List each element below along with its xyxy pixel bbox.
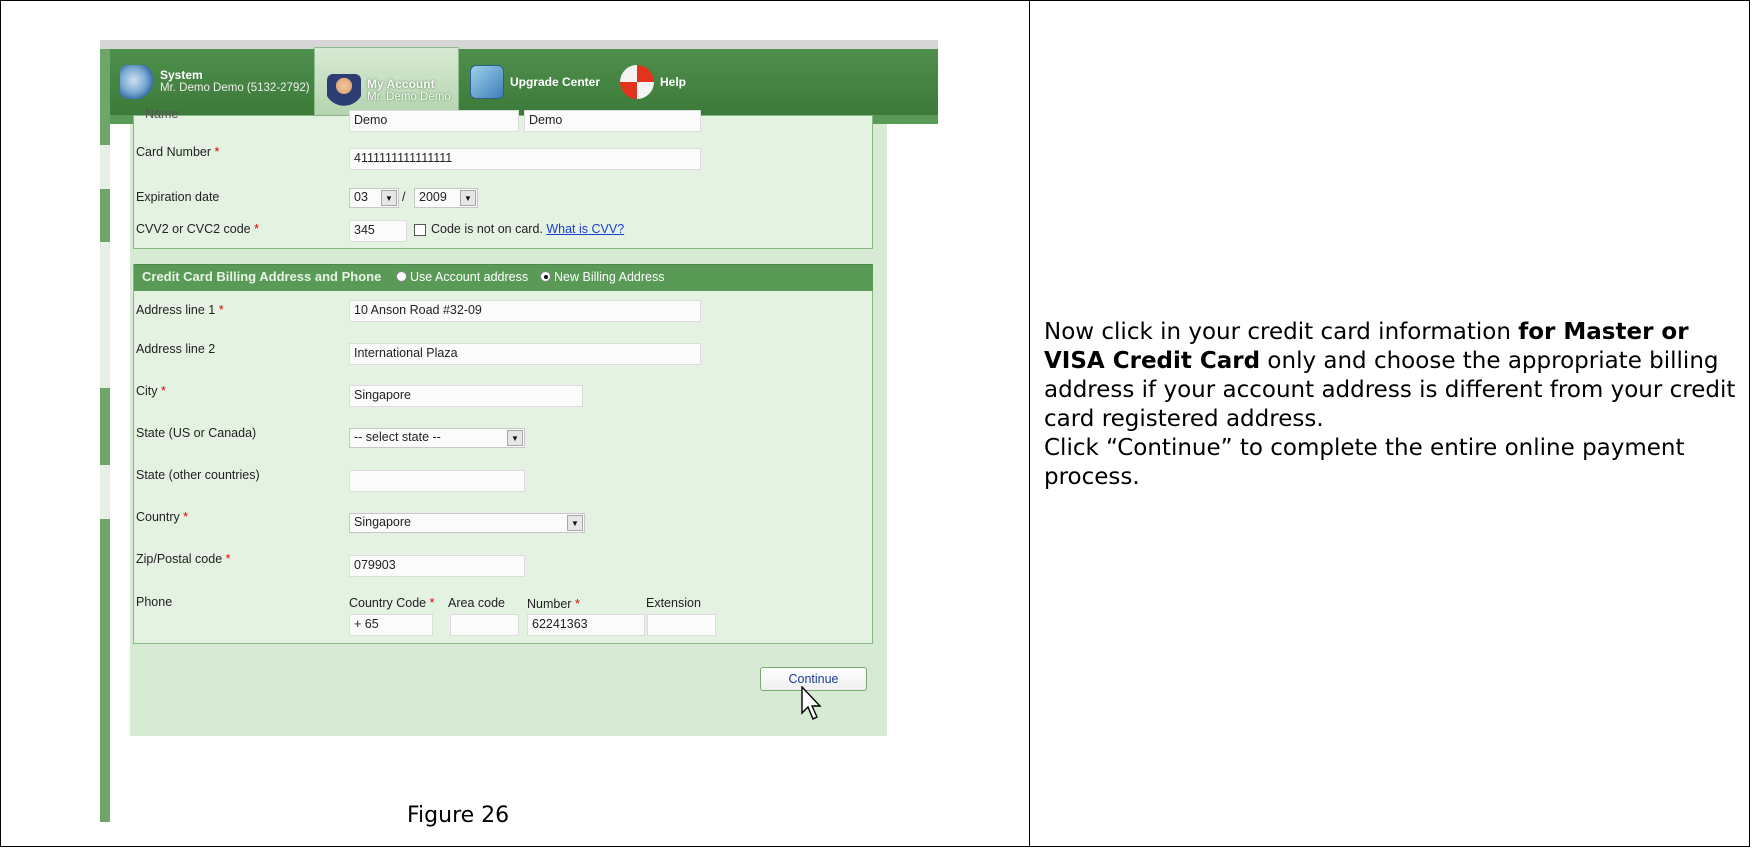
state-other-field[interactable]: [349, 470, 525, 492]
chevron-down-icon: ▼: [567, 515, 583, 531]
lifebuoy-icon: [620, 65, 654, 99]
exp-separator: /: [402, 190, 406, 204]
zip-label: Zip/Postal code *: [136, 552, 231, 566]
tab-system-subtitle: Mr. Demo Demo (5132-2792): [160, 82, 310, 94]
chevron-down-icon: ▼: [507, 430, 523, 446]
mouse-cursor-icon: [801, 686, 822, 720]
exp-year-select[interactable]: 2009 ▼: [414, 188, 478, 208]
gears-icon: [120, 65, 154, 99]
country-select-value: Singapore: [354, 515, 411, 529]
upgrade-chart-icon: [470, 65, 504, 99]
tab-help[interactable]: Help: [620, 49, 710, 115]
area-code-field[interactable]: [450, 614, 519, 636]
code-not-on-card-checkbox[interactable]: [414, 224, 426, 236]
new-billing-address-label: New Billing Address: [554, 270, 665, 284]
exp-year-value: 2009: [419, 190, 447, 204]
instructions-p2: Click “Continue” to complete the entire …: [1044, 435, 1685, 490]
extension-field[interactable]: [647, 614, 716, 636]
instructions-p1-pre: Now click in your credit card informatio…: [1044, 319, 1519, 345]
user-icon: [327, 74, 361, 108]
new-billing-address-radio[interactable]: [540, 271, 551, 282]
chevron-down-icon: ▼: [381, 190, 397, 206]
cvv-field[interactable]: 345: [349, 220, 407, 242]
window-top-border: [100, 40, 938, 49]
city-label: City *: [136, 384, 166, 398]
state-select-value: -- select state --: [354, 430, 441, 444]
expiration-label: Expiration date: [136, 190, 220, 204]
instructions-text: Now click in your credit card informatio…: [1044, 318, 1740, 492]
state-other-label: State (other countries): [136, 468, 260, 482]
city-field[interactable]: Singapore: [349, 385, 583, 407]
exp-month-select[interactable]: 03 ▼: [349, 188, 399, 208]
screenshot: System Mr. Demo Demo (5132-2792) My Acco…: [100, 40, 938, 822]
last-name-field[interactable]: Demo: [524, 110, 701, 132]
phone-number-field[interactable]: 62241363: [527, 614, 645, 636]
tab-upgrade-center-title: Upgrade Center: [510, 74, 601, 89]
number-label: Number *: [527, 597, 580, 611]
state-label: State (US or Canada): [136, 426, 257, 440]
country-code-field[interactable]: + 65: [349, 614, 433, 636]
extension-label: Extension: [646, 596, 701, 610]
code-not-on-card-label: Code is not on card. What is CVV?: [431, 222, 625, 236]
billing-title: Credit Card Billing Address and Phone: [142, 269, 382, 284]
tab-my-account-title: My Account: [367, 77, 435, 91]
tab-help-title: Help: [660, 74, 687, 89]
address2-field[interactable]: International Plaza: [349, 343, 701, 365]
card-number-field[interactable]: 4111111111111111: [349, 148, 701, 170]
country-select[interactable]: Singapore ▼: [349, 513, 585, 533]
address2-label: Address line 2: [136, 342, 216, 356]
phone-label: Phone: [136, 595, 173, 609]
area-code-label: Area code: [448, 596, 505, 610]
state-select[interactable]: -- select state -- ▼: [349, 428, 525, 448]
address1-field[interactable]: 10 Anson Road #32-09: [349, 300, 701, 322]
use-account-address-radio[interactable]: [396, 271, 407, 282]
what-is-cvv-link[interactable]: What is CVV?: [546, 222, 624, 236]
top-nav: System Mr. Demo Demo (5132-2792) My Acco…: [100, 47, 938, 135]
exp-month-value: 03: [354, 190, 368, 204]
tab-system-title: System: [160, 68, 203, 82]
first-name-field[interactable]: Demo: [349, 110, 519, 132]
left-rail: [100, 49, 110, 822]
tab-system[interactable]: System Mr. Demo Demo (5132-2792): [120, 49, 310, 115]
tab-my-account-subtitle: Mr. Demo Demo: [367, 91, 451, 103]
table-divider: [1029, 0, 1030, 847]
chevron-down-icon: ▼: [460, 190, 476, 206]
billing-header: Credit Card Billing Address and Phone Us…: [134, 264, 873, 291]
country-code-label: Country Code *: [349, 596, 435, 610]
cvv-label: CVV2 or CVC2 code *: [136, 222, 259, 236]
card-number-label: Card Number *: [136, 145, 220, 159]
zip-field[interactable]: 079903: [349, 555, 525, 577]
tab-upgrade-center[interactable]: Upgrade Center: [470, 49, 620, 115]
address1-label: Address line 1 *: [136, 303, 224, 317]
use-account-address-label: Use Account address: [410, 270, 529, 284]
name-label: Name: [145, 107, 179, 121]
figure-caption: Figure 26: [407, 803, 510, 828]
country-label: Country *: [136, 510, 189, 524]
